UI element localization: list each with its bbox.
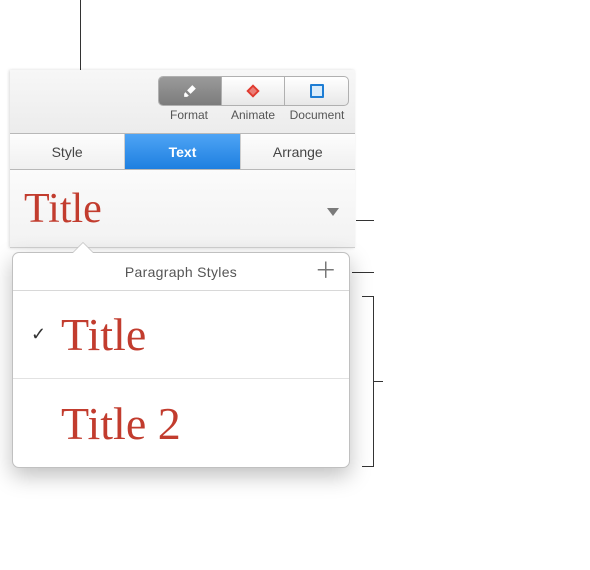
chevron-down-icon (327, 208, 339, 216)
popover-title: Paragraph Styles (125, 264, 237, 280)
style-item-label: Title (61, 308, 146, 361)
popover-header: Paragraph Styles ＋ (13, 253, 349, 291)
inspector-panel: Format Animate Document Style Text Arran… (10, 70, 355, 248)
document-label: Document (285, 108, 349, 122)
style-item-label: Title 2 (61, 397, 181, 450)
tab-style[interactable]: Style (10, 134, 125, 169)
toolbar: Format Animate Document (10, 70, 355, 134)
paragraph-styles-popover: Paragraph Styles ＋ ✓ Title Title 2 (12, 252, 350, 468)
current-paragraph-style[interactable]: Title (10, 170, 355, 248)
current-style-name: Title (24, 185, 102, 233)
add-style-button[interactable]: ＋ (315, 261, 337, 281)
tab-arrange[interactable]: Arrange (241, 134, 355, 169)
checkmark-icon: ✓ (31, 324, 46, 345)
animate-segment[interactable] (222, 77, 285, 105)
brush-icon (181, 84, 199, 98)
style-item-title[interactable]: ✓ Title (13, 291, 349, 379)
inspector-tabs: Style Text Arrange (10, 134, 355, 170)
diamond-icon (245, 83, 261, 99)
inspector-mode-segmented (158, 76, 349, 106)
document-icon (310, 84, 324, 98)
format-segment[interactable] (159, 77, 222, 105)
style-item-title-2[interactable]: Title 2 (13, 379, 349, 467)
document-segment[interactable] (285, 77, 348, 105)
animate-label: Animate (221, 108, 285, 122)
format-label: Format (157, 108, 221, 122)
tab-text[interactable]: Text (125, 134, 240, 169)
